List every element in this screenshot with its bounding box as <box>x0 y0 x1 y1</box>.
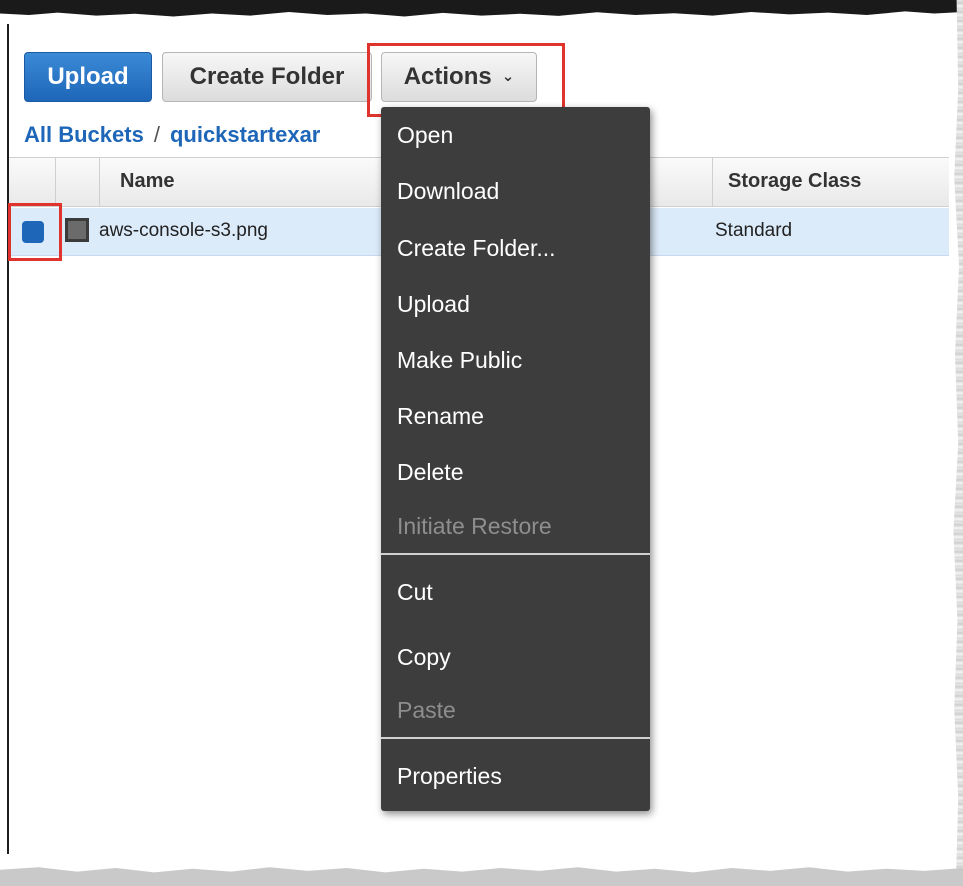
menu-item-properties[interactable]: Properties <box>397 763 502 790</box>
frame-left-border <box>7 24 9 854</box>
upload-button-label: Upload <box>47 63 129 90</box>
create-folder-button[interactable]: Create Folder <box>162 52 372 102</box>
row-select-checkbox[interactable] <box>22 221 44 243</box>
menu-item-create-folder[interactable]: Create Folder... <box>397 235 556 262</box>
column-header-storage-class[interactable]: Storage Class <box>728 170 861 193</box>
menu-item-delete[interactable]: Delete <box>397 459 463 486</box>
torn-edge-bottom <box>0 867 963 886</box>
upload-button[interactable]: Upload <box>24 52 152 102</box>
torn-edge-right <box>953 0 963 886</box>
menu-separator <box>381 737 650 739</box>
breadcrumb-all-buckets[interactable]: All Buckets <box>24 122 144 147</box>
menu-item-paste: Paste <box>397 697 456 723</box>
menu-item-cut[interactable]: Cut <box>397 579 433 606</box>
menu-item-initiate-restore: Initiate Restore <box>397 513 552 539</box>
actions-button[interactable]: Actions ⌄ <box>381 52 537 102</box>
menu-item-rename[interactable]: Rename <box>397 403 484 430</box>
column-divider <box>99 158 100 206</box>
menu-item-download[interactable]: Download <box>397 178 499 205</box>
chevron-down-icon: ⌄ <box>501 68 515 85</box>
breadcrumb-separator: / <box>153 122 160 147</box>
menu-item-copy[interactable]: Copy <box>397 644 451 671</box>
create-folder-button-label: Create Folder <box>189 63 345 90</box>
breadcrumb: All Buckets / quickstartexar <box>24 122 382 150</box>
file-icon <box>65 218 89 242</box>
row-file-name[interactable]: aws-console-s3.png <box>99 220 268 242</box>
actions-dropdown-menu: Open Download Create Folder... Upload Ma… <box>381 107 650 811</box>
menu-item-make-public[interactable]: Make Public <box>397 347 522 374</box>
breadcrumb-bucket[interactable]: quickstartexar <box>170 122 320 147</box>
torn-edge-top <box>0 0 963 17</box>
menu-item-open[interactable]: Open <box>397 122 453 149</box>
row-storage-class: Standard <box>715 220 793 241</box>
column-divider <box>55 158 56 206</box>
menu-item-upload[interactable]: Upload <box>397 291 470 318</box>
menu-separator <box>381 553 650 555</box>
column-header-name[interactable]: Name <box>120 170 174 193</box>
column-divider <box>712 158 713 206</box>
actions-button-label: Actions <box>403 63 492 90</box>
